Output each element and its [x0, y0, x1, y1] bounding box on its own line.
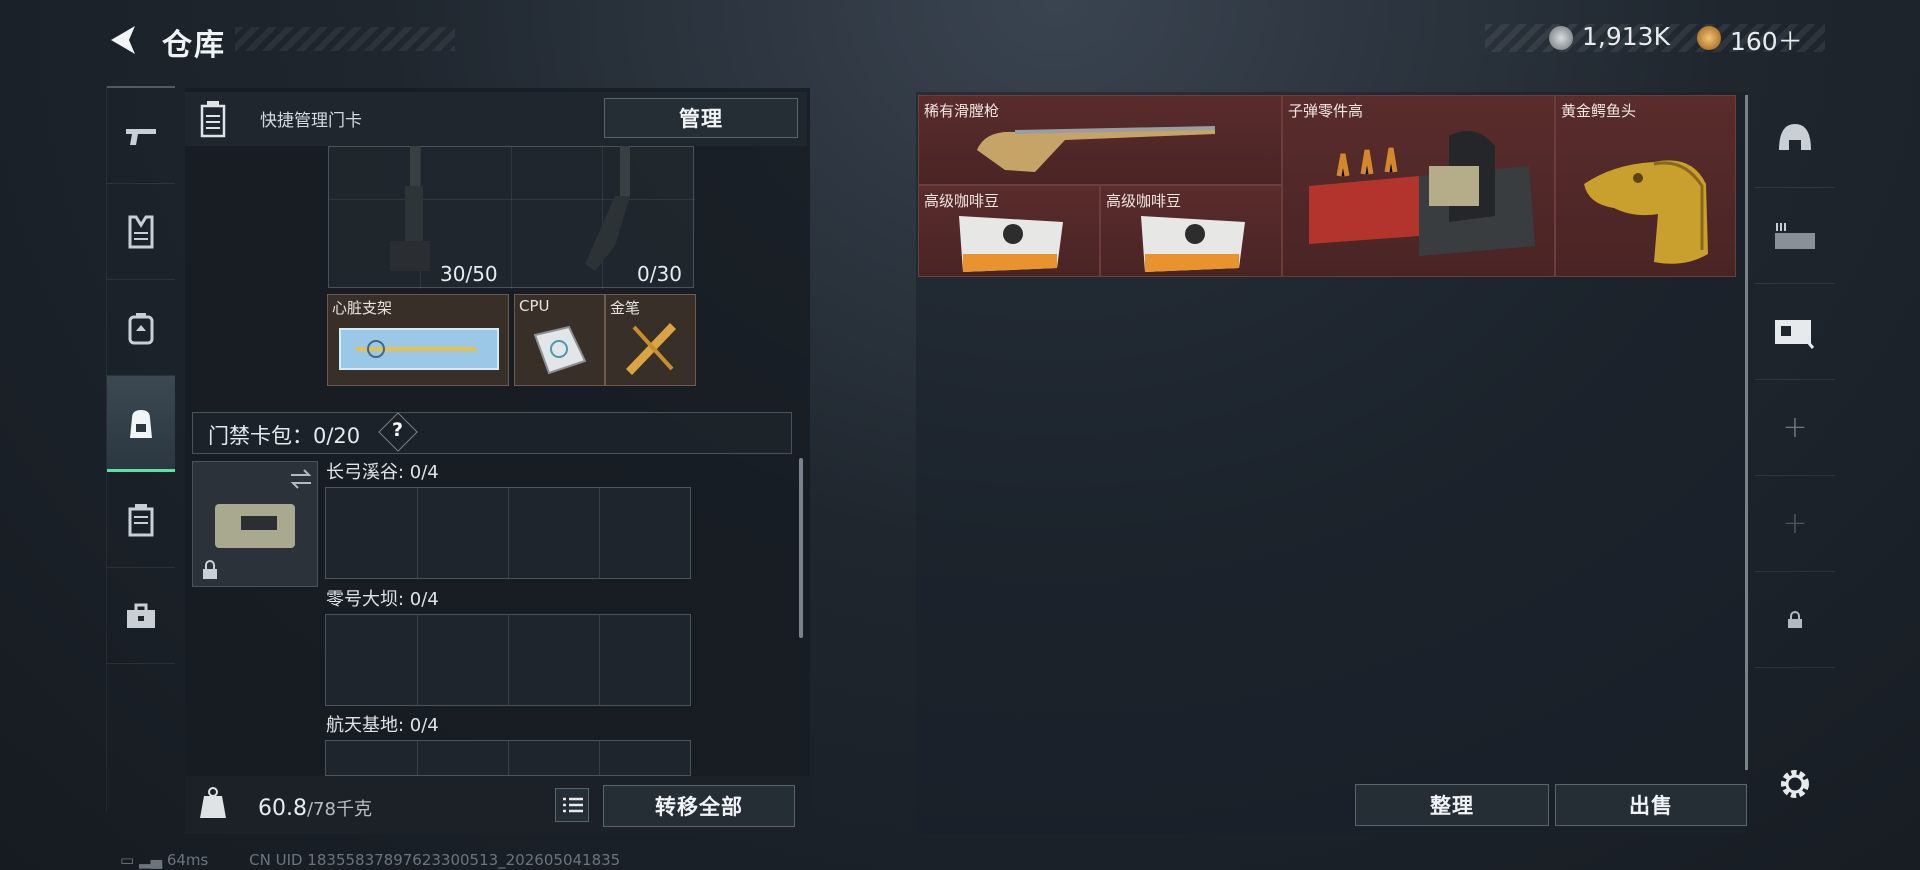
- zone-slots-longbow-valley[interactable]: [325, 487, 691, 579]
- zone-label-space-base: 航天基地: 0/4: [326, 715, 439, 736]
- stash-tab-3[interactable]: [1755, 284, 1835, 380]
- stash-item-premium-coffee-1[interactable]: 高级咖啡豆: [918, 185, 1100, 277]
- lock-icon: [203, 560, 217, 579]
- stash-item-golden-crocodile-head[interactable]: 黄金鳄鱼头: [1555, 95, 1736, 277]
- stash-item-ammo-parts[interactable]: 子弹零件高: [1282, 95, 1555, 277]
- add-slot-icon: +: [1782, 410, 1808, 445]
- weapon-icon: [126, 128, 156, 145]
- nav-armor[interactable]: [107, 184, 175, 280]
- manage-button[interactable]: 管理: [604, 98, 798, 138]
- right-stash-nav: + +: [1755, 92, 1835, 832]
- sell-button[interactable]: 出售: [1555, 784, 1747, 826]
- zone-slots-zero-dam[interactable]: [325, 614, 691, 706]
- card-holder-icon: [200, 101, 226, 138]
- item-name: 高级咖啡豆: [924, 192, 1000, 210]
- backpack-icon: [130, 409, 152, 438]
- weight-value: 60.8: [258, 796, 307, 821]
- weight-icon: [200, 787, 226, 818]
- item-name: 心脏支架: [332, 299, 393, 317]
- cpu-chip-icon: [533, 325, 587, 375]
- help-icon[interactable]: ?: [392, 419, 403, 441]
- settings-button[interactable]: [1755, 736, 1835, 832]
- sort-button[interactable]: 整理: [1355, 784, 1549, 826]
- status-footer: ▭ ▂▄ 64ms CN UID 18355837897623300513_20…: [120, 851, 620, 869]
- coffee-bag-icon: [959, 216, 1063, 272]
- nav-chest-rig[interactable]: [107, 280, 175, 376]
- toolbox-icon: [127, 603, 155, 628]
- add-stash-tab-1[interactable]: +: [1755, 380, 1835, 476]
- signal-icon: ▂▄: [138, 851, 163, 869]
- nav-safebox[interactable]: [107, 472, 175, 568]
- stash-scrollbar[interactable]: [1745, 95, 1748, 770]
- magazine-ammo-1: 30/50: [440, 262, 498, 286]
- stash-item-premium-coffee-2[interactable]: 高级咖啡豆: [1100, 185, 1282, 277]
- stent-package-icon: [339, 328, 499, 370]
- ping-readout: 64ms: [166, 851, 209, 869]
- header-stripe: [235, 27, 455, 51]
- nav-weapon[interactable]: [107, 88, 175, 184]
- zone-label-longbow-valley: 长弓溪谷: 0/4: [326, 462, 439, 483]
- left-category-nav: [106, 86, 175, 812]
- ammo-parts-crate-icon: [1309, 130, 1535, 256]
- magazine-ammo-2: 0/30: [637, 262, 682, 286]
- magazine-icon[interactable]: [575, 146, 645, 276]
- gold-amount[interactable]: 160＋: [1730, 22, 1803, 58]
- weight-capacity: /78千克: [306, 799, 372, 820]
- uid-readout: CN UID 18355837897623300513_202605041835: [249, 851, 621, 869]
- item-gold-pen[interactable]: 金笔: [605, 294, 696, 386]
- locked-stash-tab[interactable]: [1755, 572, 1835, 668]
- stash-item-rare-musket[interactable]: 稀有滑膛枪: [918, 95, 1282, 185]
- zone-label-zero-dam: 零号大坝: 0/4: [326, 589, 439, 610]
- page-title: 仓库: [162, 28, 226, 63]
- settings-icon: [1781, 770, 1809, 798]
- add-slot-icon: +: [1782, 506, 1808, 541]
- weight-readout: 60.8/78千克: [258, 795, 372, 821]
- gold-pen-icon: [626, 323, 676, 375]
- list-icon: [563, 797, 583, 813]
- item-cpu[interactable]: CPU: [514, 294, 605, 386]
- nav-toolbox[interactable]: [107, 568, 175, 664]
- stash-hand-icon: [1775, 319, 1815, 349]
- quick-manage-label: 快捷管理门卡: [260, 111, 362, 131]
- back-arrow-icon[interactable]: [105, 22, 139, 58]
- card-pack-title: 门禁卡包：0/20: [208, 424, 361, 448]
- left-scrollbar[interactable]: [799, 458, 803, 638]
- safebox-icon: [128, 503, 154, 536]
- item-name: 高级咖啡豆: [1106, 192, 1182, 210]
- stash-tab-2[interactable]: [1755, 188, 1835, 284]
- weapon-rack-icon: [1775, 222, 1815, 249]
- keycard-holder-icon: [215, 504, 295, 548]
- musket-icon: [977, 126, 1216, 172]
- list-view-button[interactable]: [555, 788, 589, 822]
- armor-vest-icon: [128, 215, 154, 248]
- helmet-icon: [1779, 123, 1811, 150]
- coffee-bag-icon: [1141, 216, 1245, 272]
- item-name: 黄金鳄鱼头: [1561, 102, 1637, 120]
- swap-icon[interactable]: [289, 468, 313, 490]
- item-heart-stent[interactable]: 心脏支架: [327, 294, 509, 386]
- magazine-icon[interactable]: [385, 146, 445, 276]
- silver-amount: 1,913K: [1582, 22, 1670, 51]
- battery-icon: ▭: [120, 851, 135, 869]
- transfer-all-button[interactable]: 转移全部: [603, 785, 795, 827]
- nav-backpack[interactable]: [107, 376, 175, 472]
- silver-coin-icon: [1549, 26, 1573, 50]
- stash-tab-1[interactable]: [1755, 92, 1835, 188]
- gold-coin-icon: [1697, 26, 1721, 50]
- lock-icon: [1788, 610, 1802, 628]
- item-name: 金笔: [610, 299, 641, 317]
- keycard-slot[interactable]: [192, 461, 318, 587]
- item-name: CPU: [519, 297, 550, 315]
- item-name: 子弹零件高: [1288, 102, 1364, 120]
- golden-crocodile-head-icon: [1584, 160, 1708, 264]
- chest-rig-icon: [128, 312, 154, 344]
- zone-slots-space-base[interactable]: [325, 740, 691, 776]
- add-stash-tab-2[interactable]: +: [1755, 476, 1835, 572]
